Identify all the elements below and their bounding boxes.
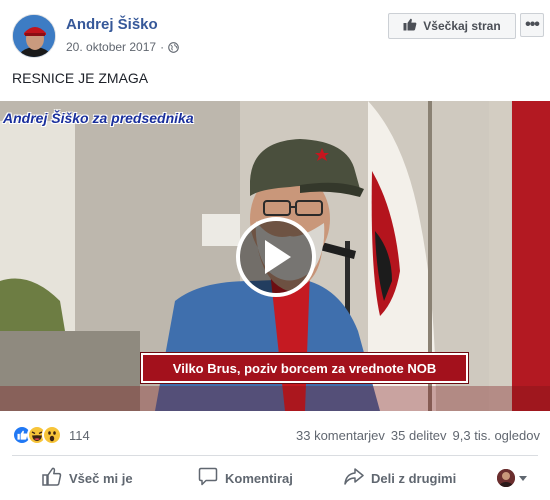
like-page-label: Všečkaj stran — [423, 19, 501, 33]
comment-button-label: Komentiraj — [225, 470, 293, 486]
reactions-summary[interactable]: 114 — [12, 425, 90, 445]
author-avatar[interactable] — [12, 14, 56, 58]
like-button[interactable]: Všeč mi je — [42, 463, 133, 493]
play-icon[interactable] — [236, 217, 316, 297]
post-as-selector[interactable] — [497, 469, 527, 487]
post-stats: 33 komentarjev 35 delitev 9,3 tis. ogled… — [296, 428, 540, 443]
user-avatar — [497, 469, 515, 487]
video-player[interactable]: Andrej Šiško za predsednika Vilko Brus, … — [0, 101, 550, 411]
post-text: RESNICE JE ZMAGA — [12, 70, 149, 86]
comment-icon — [198, 467, 218, 489]
meta-separator: · — [160, 40, 165, 54]
author-name[interactable]: Andrej Šiško — [66, 16, 158, 33]
comment-button[interactable]: Komentiraj — [198, 463, 293, 493]
post-card: Andrej Šiško 20. oktober 2017 · Všečkaj … — [0, 0, 550, 500]
views-count: 9,3 tis. ogledov — [452, 428, 540, 443]
reaction-count: 114 — [69, 427, 90, 443]
share-button-label: Deli z drugimi — [371, 470, 457, 486]
more-options-button[interactable]: ••• — [520, 13, 544, 37]
globe-icon[interactable] — [168, 41, 179, 53]
video-title-overlay: Andrej Šiško za predsednika — [3, 110, 194, 126]
share-button[interactable]: Deli z drugimi — [344, 463, 456, 493]
comments-count[interactable]: 33 komentarjev — [296, 428, 385, 443]
chevron-down-icon — [519, 475, 527, 481]
post-date[interactable]: 20. oktober 2017 — [66, 40, 156, 54]
post-meta: 20. oktober 2017 · — [66, 40, 179, 54]
thumbs-up-outline-icon — [42, 467, 62, 489]
shares-count[interactable]: 35 delitev — [391, 428, 447, 443]
divider — [12, 455, 538, 456]
like-page-button[interactable]: Všečkaj stran — [388, 13, 516, 39]
video-caption: Vilko Brus, poziv borcem za vrednote NOB — [141, 353, 468, 383]
share-arrow-icon — [344, 468, 364, 488]
like-button-label: Všeč mi je — [69, 470, 133, 486]
post-actions: Všeč mi je Komentiraj Deli z drugimi — [0, 463, 550, 493]
thumbs-up-icon — [403, 18, 417, 34]
wow-icon — [42, 425, 62, 445]
